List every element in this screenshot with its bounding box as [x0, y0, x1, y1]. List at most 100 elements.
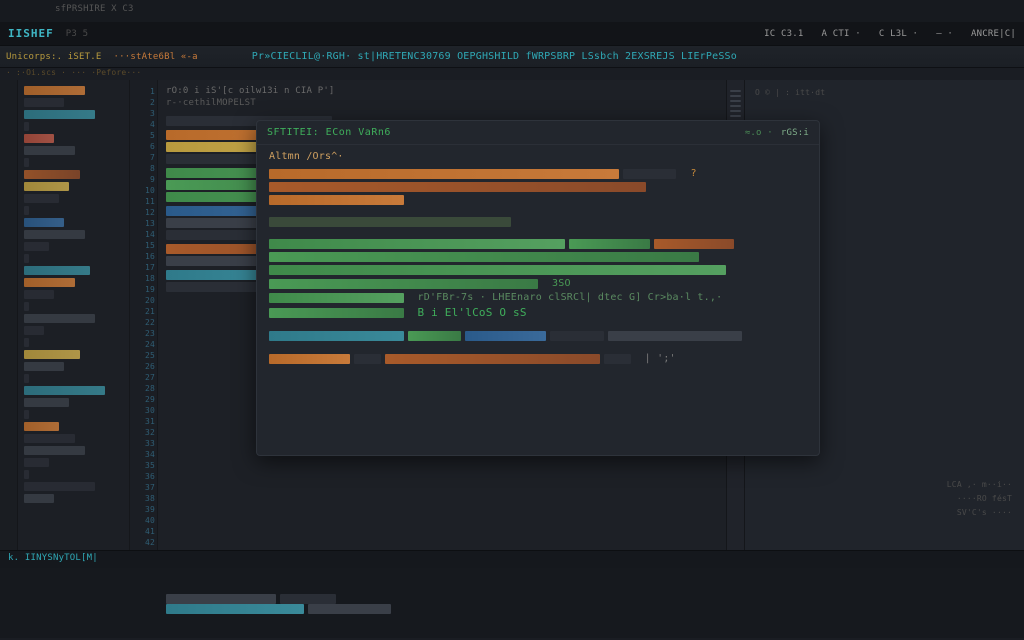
sidebar-item[interactable]	[24, 470, 29, 479]
sidebar-item[interactable]	[24, 254, 29, 263]
popup-body[interactable]: ? 3SO rD'FBr-7s · LHEEnaro clSRCl| dtec G]…	[257, 164, 819, 455]
line-number: 30	[132, 405, 155, 416]
line-number: 22	[132, 317, 155, 328]
status-cluster: IC C3.1 A CTI · C L3L · — · ANCRE|C|	[764, 29, 1016, 39]
popup-token	[604, 354, 631, 364]
popup-token	[608, 331, 743, 341]
line-number: 40	[132, 515, 155, 526]
popup-line: rD'FBr-7s · LHEEnaro clSRCl| dtec G] Cr>…	[269, 292, 807, 303]
popup-line	[269, 252, 807, 262]
sidebar-item[interactable]	[24, 170, 80, 179]
line-number: 27	[132, 372, 155, 383]
sidebar-item[interactable]	[24, 362, 64, 371]
path-ghost-line: · :·Oi.scs · ··· ·Pefore···	[0, 68, 1024, 80]
window-top-strip: sfPRSHIRE X C3	[0, 0, 1024, 22]
popup-line	[269, 239, 807, 249]
popup-token	[269, 239, 565, 249]
sidebar-item[interactable]	[24, 146, 75, 155]
sidebar-item[interactable]	[24, 302, 29, 311]
workspace: 1234567891011121314151617181920212223242…	[0, 80, 1024, 550]
breadcrumb-primary[interactable]: Unicorps:. iSET.E	[6, 52, 102, 62]
sidebar-item[interactable]	[24, 86, 85, 95]
sidebar-item[interactable]	[24, 398, 69, 407]
right-rail-hint: O © | : itt·dt	[745, 80, 1024, 105]
terminal-tab[interactable]: k. IINYSNyTOL[M|	[0, 550, 1024, 568]
popup-line	[269, 217, 807, 227]
popup-token	[269, 182, 646, 192]
popup-token	[269, 195, 404, 205]
diagnostics-popup: SFTITEI: ECon VaRn6 ≈.o · rGS:i Altmn /O…	[256, 120, 820, 456]
sidebar-item[interactable]	[24, 494, 54, 503]
code-header-1: rO:0 i iS'[c oilw13i n CIA P']	[166, 86, 718, 96]
sidebar-item[interactable]	[24, 206, 29, 215]
breadcrumb-secondary[interactable]: ···stAte6Bl «-a	[114, 52, 198, 62]
sidebar-item[interactable]	[24, 290, 54, 299]
line-number: 21	[132, 306, 155, 317]
sidebar-item[interactable]	[24, 122, 29, 131]
editor-area: 1234567891011121314151617181920212223242…	[130, 80, 744, 550]
status-item: C L3L ·	[879, 29, 918, 39]
line-number: 19	[132, 284, 155, 295]
sidebar-item[interactable]	[24, 194, 59, 203]
sidebar-item[interactable]	[24, 314, 95, 323]
popup-token-text: 3SO	[542, 278, 571, 289]
open-tabs-strip[interactable]: Pr»CIECLIL@·RGH· st|HRETENC30769 OEPGHSH…	[252, 51, 737, 62]
popup-titlebar[interactable]: SFTITEI: ECon VaRn6 ≈.o · rGS:i	[257, 121, 819, 145]
popup-line: 3SO	[269, 278, 807, 289]
line-number: 8	[132, 163, 155, 174]
sidebar-item[interactable]	[24, 350, 80, 359]
popup-token-text: B i El'lCoS O sS	[408, 306, 527, 319]
sidebar-item[interactable]	[24, 278, 75, 287]
popup-token	[654, 239, 735, 249]
sidebar-item[interactable]	[24, 230, 85, 239]
popup-token	[269, 265, 726, 275]
sidebar-item[interactable]	[24, 386, 105, 395]
sidebar-item[interactable]	[24, 218, 64, 227]
sidebar-item[interactable]	[24, 266, 90, 275]
popup-token	[569, 239, 650, 249]
code-token	[308, 604, 391, 614]
sidebar-item[interactable]	[24, 182, 69, 191]
popup-line: | ';'	[269, 353, 807, 364]
code-line	[166, 594, 718, 604]
file-outline-sidebar[interactable]	[18, 80, 130, 550]
line-number: 24	[132, 339, 155, 350]
popup-line	[269, 195, 807, 205]
popup-line	[269, 182, 807, 192]
sidebar-item[interactable]	[24, 446, 85, 455]
code-token	[166, 594, 276, 604]
sidebar-item[interactable]	[24, 434, 75, 443]
line-number: 9	[132, 174, 155, 185]
sidebar-item[interactable]	[24, 242, 49, 251]
popup-token	[623, 169, 677, 179]
popup-subtitle: Altmn /Ors^·	[257, 145, 819, 164]
line-number: 5	[132, 130, 155, 141]
sidebar-item[interactable]	[24, 482, 95, 491]
line-number: 14	[132, 229, 155, 240]
sidebar-item[interactable]	[24, 410, 29, 419]
right-bottom-hints: LCA ,· m··i·· ····RO fésT SV'C's ····	[947, 478, 1012, 520]
popup-close-button[interactable]: rGS:i	[781, 128, 809, 138]
sidebar-item[interactable]	[24, 134, 54, 143]
sidebar-item[interactable]	[24, 110, 95, 119]
sidebar-item[interactable]	[24, 374, 29, 383]
popup-token	[550, 331, 604, 341]
sidebar-item[interactable]	[24, 326, 44, 335]
sidebar-item[interactable]	[24, 458, 49, 467]
line-number: 15	[132, 240, 155, 251]
line-number: 42	[132, 537, 155, 548]
popup-meta: ≈.o ·	[745, 128, 773, 138]
line-number: 7	[132, 152, 155, 163]
line-number: 31	[132, 416, 155, 427]
sidebar-item[interactable]	[24, 338, 29, 347]
line-number: 17	[132, 262, 155, 273]
sidebar-item[interactable]	[24, 158, 29, 167]
sidebar-item[interactable]	[24, 422, 59, 431]
line-number: 6	[132, 141, 155, 152]
popup-token	[269, 308, 404, 318]
sidebar-item[interactable]	[24, 98, 64, 107]
popup-line: ?	[269, 168, 807, 179]
code-token	[166, 604, 304, 614]
line-number: 25	[132, 350, 155, 361]
line-number: 12	[132, 207, 155, 218]
